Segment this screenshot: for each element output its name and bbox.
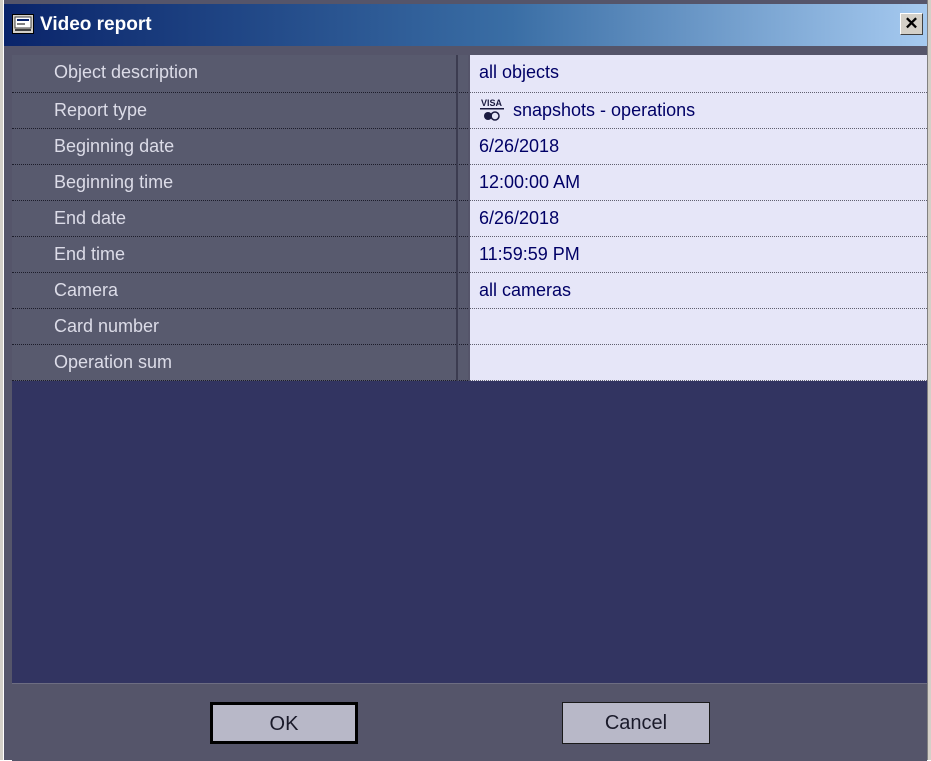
property-label: End date — [12, 201, 468, 237]
properties-grid: Object description all objects Report ty… — [12, 55, 927, 381]
property-label: Object description — [12, 55, 468, 93]
property-value[interactable]: all objects — [470, 55, 927, 93]
property-value[interactable] — [470, 309, 927, 345]
window-title: Video report — [40, 14, 152, 35]
window-icon — [12, 14, 34, 34]
property-value[interactable]: 11:59:59 PM — [470, 237, 927, 273]
property-label: Beginning date — [12, 129, 468, 165]
property-row-beginning-time[interactable]: Beginning time 12:00:00 AM — [12, 165, 927, 201]
property-row-end-time[interactable]: End time 11:59:59 PM — [12, 237, 927, 273]
video-report-dialog: Video report ✕ Object description all ob… — [0, 0, 931, 761]
close-button[interactable]: ✕ — [900, 13, 923, 35]
property-value[interactable]: VISA snapshots - operations — [470, 93, 927, 129]
property-label: Operation sum — [12, 345, 468, 381]
property-row-beginning-date[interactable]: Beginning date 6/26/2018 — [12, 129, 927, 165]
property-row-report-type[interactable]: Report type VISA snapshots - operations — [12, 93, 927, 129]
close-icon: ✕ — [904, 14, 919, 33]
property-value[interactable]: 6/26/2018 — [470, 201, 927, 237]
property-value[interactable]: 12:00:00 AM — [470, 165, 927, 201]
property-label: Report type — [12, 93, 468, 129]
property-value[interactable] — [470, 345, 927, 381]
property-row-camera[interactable]: Camera all cameras — [12, 273, 927, 309]
property-label: Beginning time — [12, 165, 468, 201]
property-value[interactable]: 6/26/2018 — [470, 129, 927, 165]
button-bar: OK Cancel — [12, 683, 927, 761]
property-label: Card number — [12, 309, 468, 345]
property-row-end-date[interactable]: End date 6/26/2018 — [12, 201, 927, 237]
visa-card-icon: VISA — [479, 97, 505, 121]
report-results-area — [12, 381, 927, 683]
svg-text:VISA: VISA — [481, 98, 503, 108]
property-row-operation-sum[interactable]: Operation sum — [12, 345, 927, 381]
property-label: Camera — [12, 273, 468, 309]
title-bar[interactable]: Video report ✕ — [4, 4, 927, 46]
column-divider[interactable] — [456, 55, 458, 381]
property-row-object-description[interactable]: Object description all objects — [12, 55, 927, 93]
cancel-button[interactable]: Cancel — [562, 702, 710, 744]
ok-button[interactable]: OK — [210, 702, 358, 744]
property-value[interactable]: all cameras — [470, 273, 927, 309]
property-label: End time — [12, 237, 468, 273]
property-row-card-number[interactable]: Card number — [12, 309, 927, 345]
report-type-value: snapshots - operations — [513, 100, 696, 120]
